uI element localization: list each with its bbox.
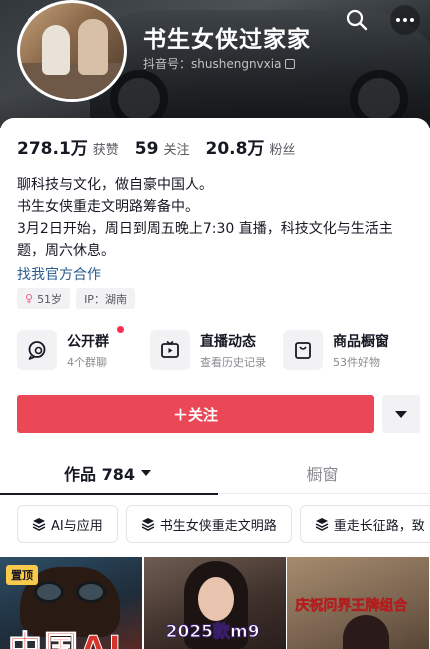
profile-id-value: shushengnvxia	[191, 57, 282, 71]
thumbnail-person-image	[343, 615, 390, 649]
tab-works[interactable]: 作品 784	[0, 452, 218, 495]
layers-icon	[315, 518, 329, 531]
follow-button[interactable]: ＋关注	[17, 395, 374, 433]
profile-id[interactable]: 抖音号：shushengnvxia	[143, 55, 296, 72]
feature-text: 公开群 4个群聊	[67, 331, 109, 370]
video-thumbnail[interactable]: 2025款m9	[143, 557, 286, 649]
stat-number: 278.1万	[17, 139, 88, 159]
female-icon: ♀	[25, 292, 34, 305]
age-tag: ♀ 51岁	[17, 288, 71, 309]
more-dot	[396, 18, 400, 22]
tab-works-label: 作品 784	[64, 465, 135, 484]
feature-row: 公开群 4个群聊 直播动态 查看历史记录 商品橱窗 53件好物	[17, 326, 430, 370]
stat-likes[interactable]: 278.1万 获赞	[17, 134, 119, 159]
chip-label: AI与应用	[51, 518, 103, 534]
profile-name: 书生女侠过家家	[143, 27, 311, 53]
chip-ai-apps[interactable]: AI与应用	[17, 505, 118, 543]
bio-line: 聊科技与文化，做自豪中国人。	[17, 177, 213, 193]
feature-subtitle: 4个群聊	[67, 355, 107, 369]
stat-label: 获赞	[92, 143, 119, 158]
video-grid: 中国AI 置顶 2025款m9 庆祝问界王牌组合	[0, 557, 430, 649]
bio-line: 书生女侠重走文明路筹备中。	[17, 199, 199, 215]
more-options-button[interactable]	[390, 5, 420, 35]
stat-number: 20.8万	[205, 139, 265, 159]
thumbnail-title: 中国AI	[8, 629, 123, 649]
more-dot	[403, 18, 407, 22]
stat-label: 粉丝	[269, 143, 296, 158]
thumbnail-title: 2025款m9	[165, 622, 260, 643]
search-icon	[346, 9, 368, 31]
feature-title: 直播动态	[200, 333, 256, 350]
feature-text: 直播动态 查看历史记录	[200, 331, 266, 370]
chip-civilization-road[interactable]: 书生女侠重走文明路	[125, 505, 292, 543]
feature-shop-window[interactable]: 商品橱窗 53件好物	[117, 326, 414, 370]
follow-more-button[interactable]	[382, 395, 420, 433]
thumbnail-title: 庆祝问界王牌组合	[295, 598, 408, 615]
caret-down-icon	[140, 470, 151, 476]
avatar-person	[42, 25, 70, 75]
profile-id-label: 抖音号：	[143, 57, 192, 71]
age-text: 51岁	[37, 292, 63, 306]
avatar[interactable]	[17, 0, 127, 102]
layers-icon	[32, 518, 46, 531]
feature-icon-box	[17, 330, 57, 370]
bio: 聊科技与文化，做自豪中国人。 书生女侠重走文明路筹备中。 3月2日开始，周日到周…	[17, 174, 417, 286]
shopping-bag-icon	[295, 342, 311, 359]
feature-public-group[interactable]: 公开群 4个群聊	[17, 330, 148, 370]
stats-row: 278.1万 获赞 59 关注 20.8万 粉丝	[17, 134, 311, 159]
goggle-shape	[76, 581, 106, 603]
official-cooperation-link[interactable]: 找我官方合作	[17, 264, 417, 286]
face-shape	[197, 577, 234, 621]
tv-play-icon	[161, 340, 179, 358]
content-tabs: 作品 784 橱窗	[0, 452, 430, 495]
tab-shop-label: 橱窗	[306, 465, 339, 484]
ip-tag: IP：湖南	[76, 288, 135, 309]
feature-icon-box	[150, 330, 190, 370]
chip-label: 重走长征路，致	[333, 518, 425, 534]
pinned-badge: 置顶	[6, 565, 38, 585]
search-button[interactable]	[345, 8, 369, 32]
avatar-seat	[20, 63, 124, 99]
layers-icon	[141, 518, 155, 531]
tab-shop-window[interactable]: 橱窗	[215, 452, 430, 494]
copy-icon[interactable]	[285, 59, 296, 69]
video-thumbnail[interactable]: 中国AI 置顶	[0, 557, 143, 649]
feature-live-history[interactable]: 直播动态 查看历史记录	[150, 330, 281, 370]
collection-chips: AI与应用 书生女侠重走文明路 重走长征路，致	[17, 505, 430, 543]
feature-subtitle: 53件好物	[333, 355, 380, 369]
caret-down-icon	[395, 410, 407, 418]
feature-text: 商品橱窗 53件好物	[333, 331, 389, 370]
goggle-shape	[34, 581, 64, 603]
stat-number: 59	[134, 139, 159, 159]
notification-dot	[117, 326, 124, 333]
avatar-person	[78, 19, 108, 75]
stat-label: 关注	[163, 143, 190, 158]
chip-label: 书生女侠重走文明路	[159, 518, 277, 534]
video-thumbnail[interactable]: 庆祝问界王牌组合	[287, 557, 429, 649]
follow-row: ＋关注	[17, 395, 420, 433]
feature-title: 公开群	[67, 333, 109, 350]
chip-long-march[interactable]: 重走长征路，致	[299, 505, 430, 543]
feature-title: 商品橱窗	[333, 333, 389, 350]
ip-text: IP：湖南	[84, 292, 127, 306]
bio-line: 3月2日开始，周日到周五晚上7:30 直播，科技文化与生活主题，周六休息。	[17, 221, 393, 259]
profile-tags: ♀ 51岁 IP：湖南	[17, 288, 141, 309]
stat-followers[interactable]: 20.8万 粉丝	[205, 134, 295, 159]
feature-icon-box	[283, 330, 323, 370]
chat-bubble-icon	[28, 341, 46, 360]
more-dot	[410, 18, 414, 22]
feature-subtitle: 查看历史记录	[200, 355, 266, 369]
profile-card: 278.1万 获赞 59 关注 20.8万 粉丝 聊科技与文化，做自豪中国人。 …	[0, 118, 430, 649]
stat-following[interactable]: 59 关注	[135, 139, 190, 159]
